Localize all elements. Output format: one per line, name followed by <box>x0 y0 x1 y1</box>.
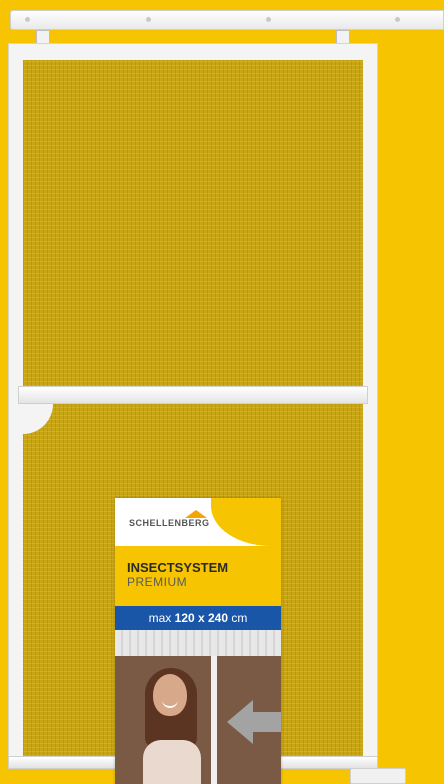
size-value: 120 x 240 <box>174 611 229 625</box>
roof-logo-icon <box>185 510 207 518</box>
product-photo <box>115 630 281 784</box>
arrow-tail <box>253 712 281 732</box>
mounting-clip <box>36 30 50 44</box>
size-unit: cm <box>231 611 248 625</box>
product-title: INSECTSYSTEM <box>127 560 229 575</box>
person-body <box>143 740 201 784</box>
size-prefix: max <box>148 611 172 625</box>
screw-icon <box>395 17 400 22</box>
screw-icon <box>266 17 271 22</box>
bottom-tab <box>350 768 406 784</box>
arrow-left-icon <box>227 700 253 744</box>
mesh-panel-top <box>23 60 363 386</box>
brand-name: SCHELLENBERG <box>129 518 210 528</box>
brand-swoosh <box>211 498 281 546</box>
title-area: INSECTSYSTEM PREMIUM <box>115 546 281 606</box>
mounting-clip <box>336 30 350 44</box>
screen-door-frame <box>211 656 217 784</box>
brand-area: SCHELLENBERG <box>115 498 281 546</box>
product-subtitle: PREMIUM <box>127 575 188 589</box>
screw-icon <box>25 17 30 22</box>
frame-crossbar <box>18 386 368 404</box>
product-box: SCHELLENBERG INSECTSYSTEM PREMIUM max 12… <box>115 498 281 784</box>
awning <box>115 630 281 656</box>
top-mounting-rail <box>10 10 444 30</box>
size-band: max 120 x 240 cm <box>115 606 281 630</box>
person-face <box>153 674 187 716</box>
screw-icon <box>146 17 151 22</box>
